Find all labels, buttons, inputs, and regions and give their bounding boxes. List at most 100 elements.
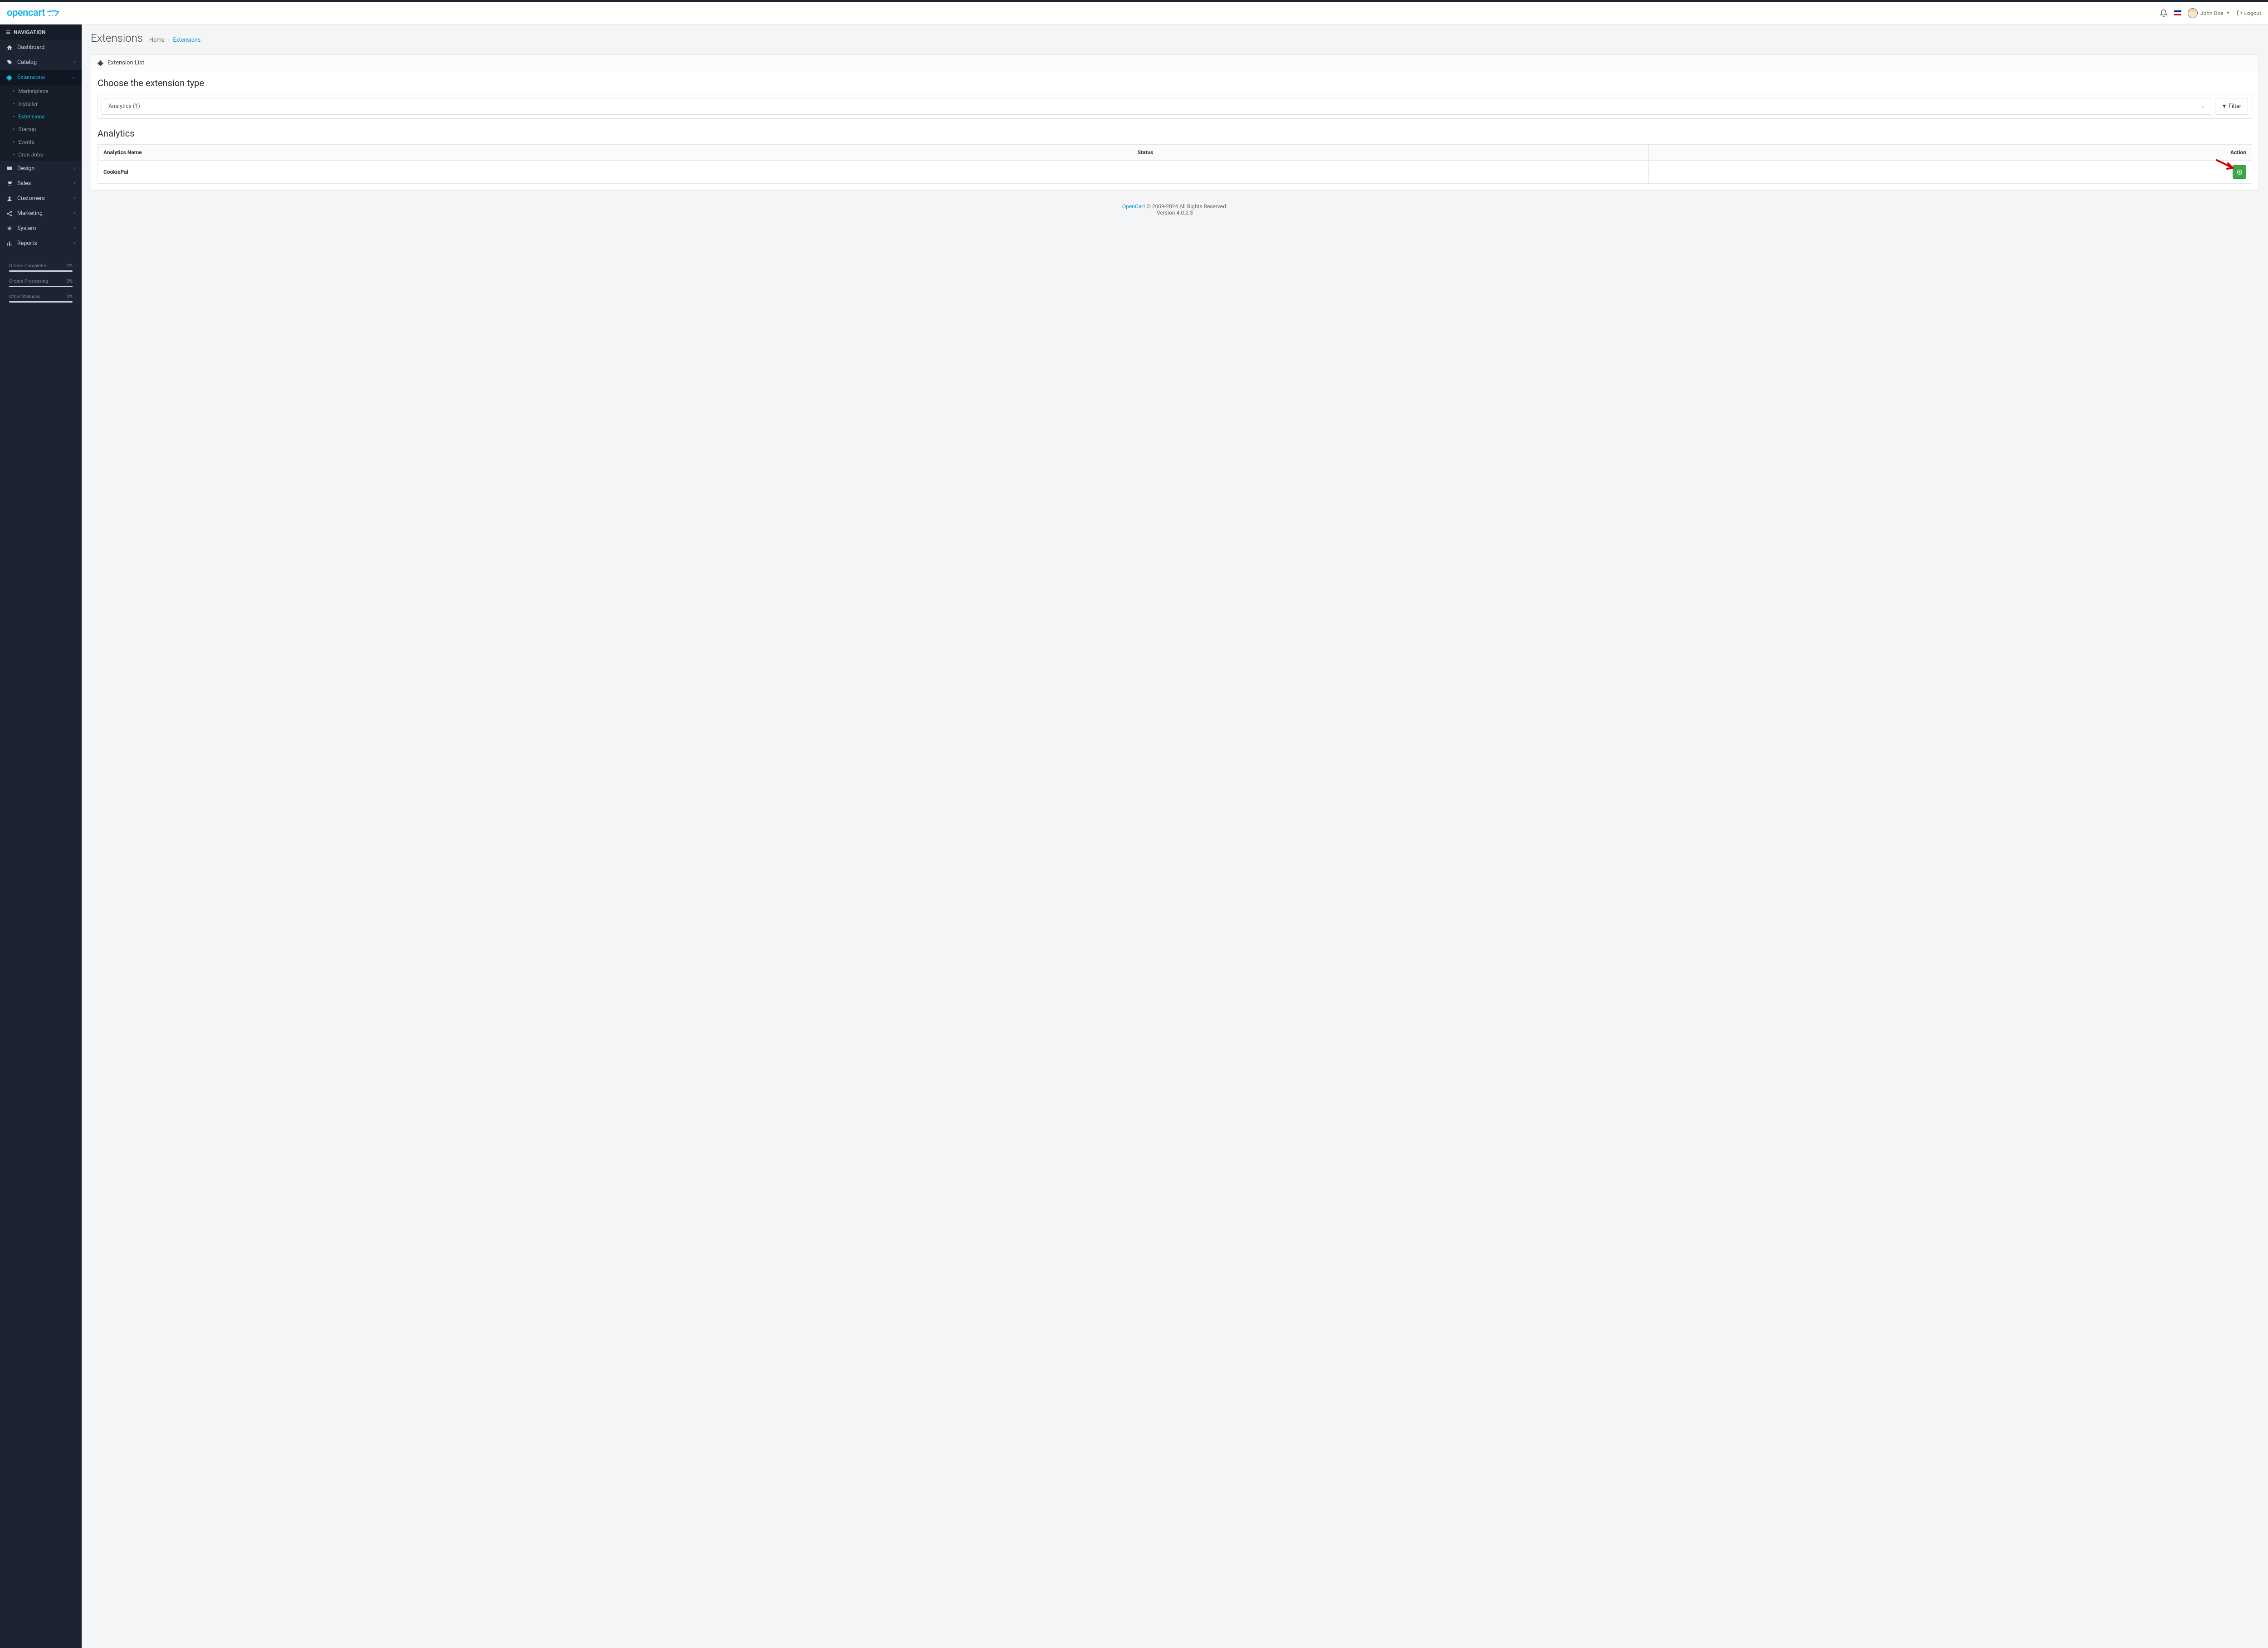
sidebar-item-sales[interactable]: Sales › — [0, 176, 82, 191]
stat-value: 0% — [66, 263, 73, 269]
chevron-right-icon: › — [74, 60, 75, 65]
panel-extension-list: Extension List Choose the extension type… — [91, 54, 2259, 191]
sidebar-item-marketing[interactable]: Marketing › — [0, 206, 82, 221]
caret-down-icon: ▼ — [2226, 10, 2230, 15]
chevron-down-icon: ⌄ — [72, 75, 75, 80]
stat-orders-completed: Orders Completed 0% — [9, 263, 73, 272]
angle-icon: » — [13, 140, 15, 144]
footer: OpenCart © 2009-2024 All Rights Reserved… — [82, 195, 2268, 224]
sidebar-item-customers[interactable]: Customers › — [0, 191, 82, 206]
avatar — [2188, 8, 2198, 18]
cell-action — [1649, 161, 2252, 184]
progress-bar — [9, 270, 73, 272]
chevron-right-icon: › — [74, 166, 75, 171]
sidebar-item-label: System — [17, 225, 36, 232]
sidebar-sub-cronjobs[interactable]: »Cron Jobs — [0, 148, 82, 161]
sidebar-sub-label: Startup — [18, 126, 36, 132]
tag-icon — [6, 59, 13, 66]
hamburger-icon — [5, 29, 11, 35]
page-title: Extensions — [91, 32, 143, 44]
filter-button[interactable]: Filter — [2215, 98, 2248, 115]
user-menu[interactable]: John Doe ▼ — [2188, 8, 2230, 18]
logo-swoosh-icon — [47, 9, 60, 17]
table-row: CookiePal — [98, 161, 2252, 184]
sidebar-item-system[interactable]: System › — [0, 221, 82, 236]
stat-other-statuses: Other Statuses 0% — [9, 293, 73, 303]
sidebar-item-reports[interactable]: Reports › — [0, 236, 82, 251]
chevron-right-icon: › — [74, 226, 75, 231]
page-header: Extensions Home › Extensions — [82, 24, 2268, 50]
stat-label: Orders Processing — [9, 278, 48, 284]
breadcrumb-current[interactable]: Extensions — [173, 37, 200, 44]
breadcrumb-home[interactable]: Home — [149, 37, 165, 44]
footer-rights: © 2009-2024 All Rights Reserved. — [1145, 203, 1228, 210]
nav-heading-label: NAVIGATION — [14, 29, 45, 35]
sidebar-item-label: Design — [17, 165, 34, 172]
angle-icon: » — [13, 127, 15, 132]
logo-text: opencart — [7, 7, 45, 19]
logout-label: Logout — [2244, 10, 2261, 16]
breadcrumb-separator-icon: › — [168, 38, 170, 43]
sidebar-sub-startup[interactable]: »Startup — [0, 123, 82, 136]
plus-circle-icon — [2237, 169, 2243, 175]
sidebar-sub-label: Installer — [18, 101, 38, 107]
logo[interactable]: opencart — [7, 7, 60, 19]
extension-table: Analytics Name Status Action CookiePal — [98, 144, 2252, 184]
filter-label: Filter — [2229, 103, 2241, 110]
footer-version: Version 4.0.2.3 — [82, 210, 2268, 216]
home-icon — [6, 44, 13, 51]
cell-name: CookiePal — [98, 161, 1132, 184]
logout-link[interactable]: Logout — [2237, 10, 2261, 16]
chevron-right-icon: › — [74, 181, 75, 186]
cell-status — [1132, 161, 1649, 184]
sidebar-sub-marketplace[interactable]: »Marketplace — [0, 85, 82, 98]
sidebar-sub-events[interactable]: »Events — [0, 136, 82, 148]
sidebar-sub-label: Extensions — [18, 113, 44, 120]
sidebar-item-extensions[interactable]: Extensions ⌄ — [0, 70, 82, 85]
angle-icon: » — [13, 89, 15, 93]
chevron-right-icon: › — [74, 211, 75, 216]
sidebar: NAVIGATION Dashboard Catalog › Extension… — [0, 24, 82, 1648]
stat-value: 0% — [66, 278, 73, 284]
sidebar-sub-extensions[interactable]: »Extensions — [0, 110, 82, 123]
gear-icon — [6, 225, 13, 232]
stat-label: Other Statuses — [9, 293, 40, 299]
stat-label: Orders Completed — [9, 263, 48, 269]
main: Extensions Home › Extensions Extension L… — [82, 24, 2268, 1648]
col-name: Analytics Name — [98, 145, 1132, 161]
sidebar-item-catalog[interactable]: Catalog › — [0, 55, 82, 70]
sidebar-sub-label: Marketplace — [18, 88, 48, 94]
share-icon — [6, 210, 13, 217]
nav-list: Dashboard Catalog › Extensions ⌄ »Market… — [0, 40, 82, 251]
footer-brand-link[interactable]: OpenCart — [1122, 203, 1145, 210]
analytics-title: Analytics — [98, 128, 2252, 139]
sidebar-item-design[interactable]: Design › — [0, 161, 82, 176]
puzzle-icon — [6, 74, 13, 81]
filter-icon — [2222, 104, 2227, 109]
panel-title: Extension List — [108, 59, 144, 66]
sidebar-sub-label: Events — [18, 139, 34, 145]
sidebar-item-label: Sales — [17, 180, 31, 187]
filter-row: Analytics (1) ⌄ Filter — [98, 94, 2252, 119]
progress-bar — [9, 301, 73, 303]
progress-bar — [9, 286, 73, 287]
extension-type-select[interactable]: Analytics (1) ⌄ — [102, 98, 2211, 115]
chart-icon — [6, 240, 13, 247]
sidebar-item-dashboard[interactable]: Dashboard — [0, 40, 82, 55]
sidebar-sub-installer[interactable]: »Installer — [0, 98, 82, 110]
install-button[interactable] — [2233, 165, 2246, 179]
flag-icon[interactable] — [2174, 10, 2181, 15]
bell-icon[interactable] — [2160, 9, 2168, 17]
sidebar-item-label: Catalog — [17, 59, 37, 66]
header: opencart John Doe ▼ Logout — [0, 2, 2268, 24]
nav-heading[interactable]: NAVIGATION — [0, 24, 82, 40]
sidebar-item-label: Dashboard — [17, 44, 44, 51]
panel-header: Extension List — [91, 55, 2258, 71]
col-action: Action — [1649, 145, 2252, 161]
nav-sub-extensions: »Marketplace »Installer »Extensions »Sta… — [0, 85, 82, 161]
select-value: Analytics (1) — [108, 103, 140, 110]
sidebar-item-label: Extensions — [17, 74, 45, 81]
chevron-right-icon: › — [74, 196, 75, 201]
angle-icon: » — [13, 152, 15, 157]
sidebar-item-label: Marketing — [17, 210, 43, 217]
